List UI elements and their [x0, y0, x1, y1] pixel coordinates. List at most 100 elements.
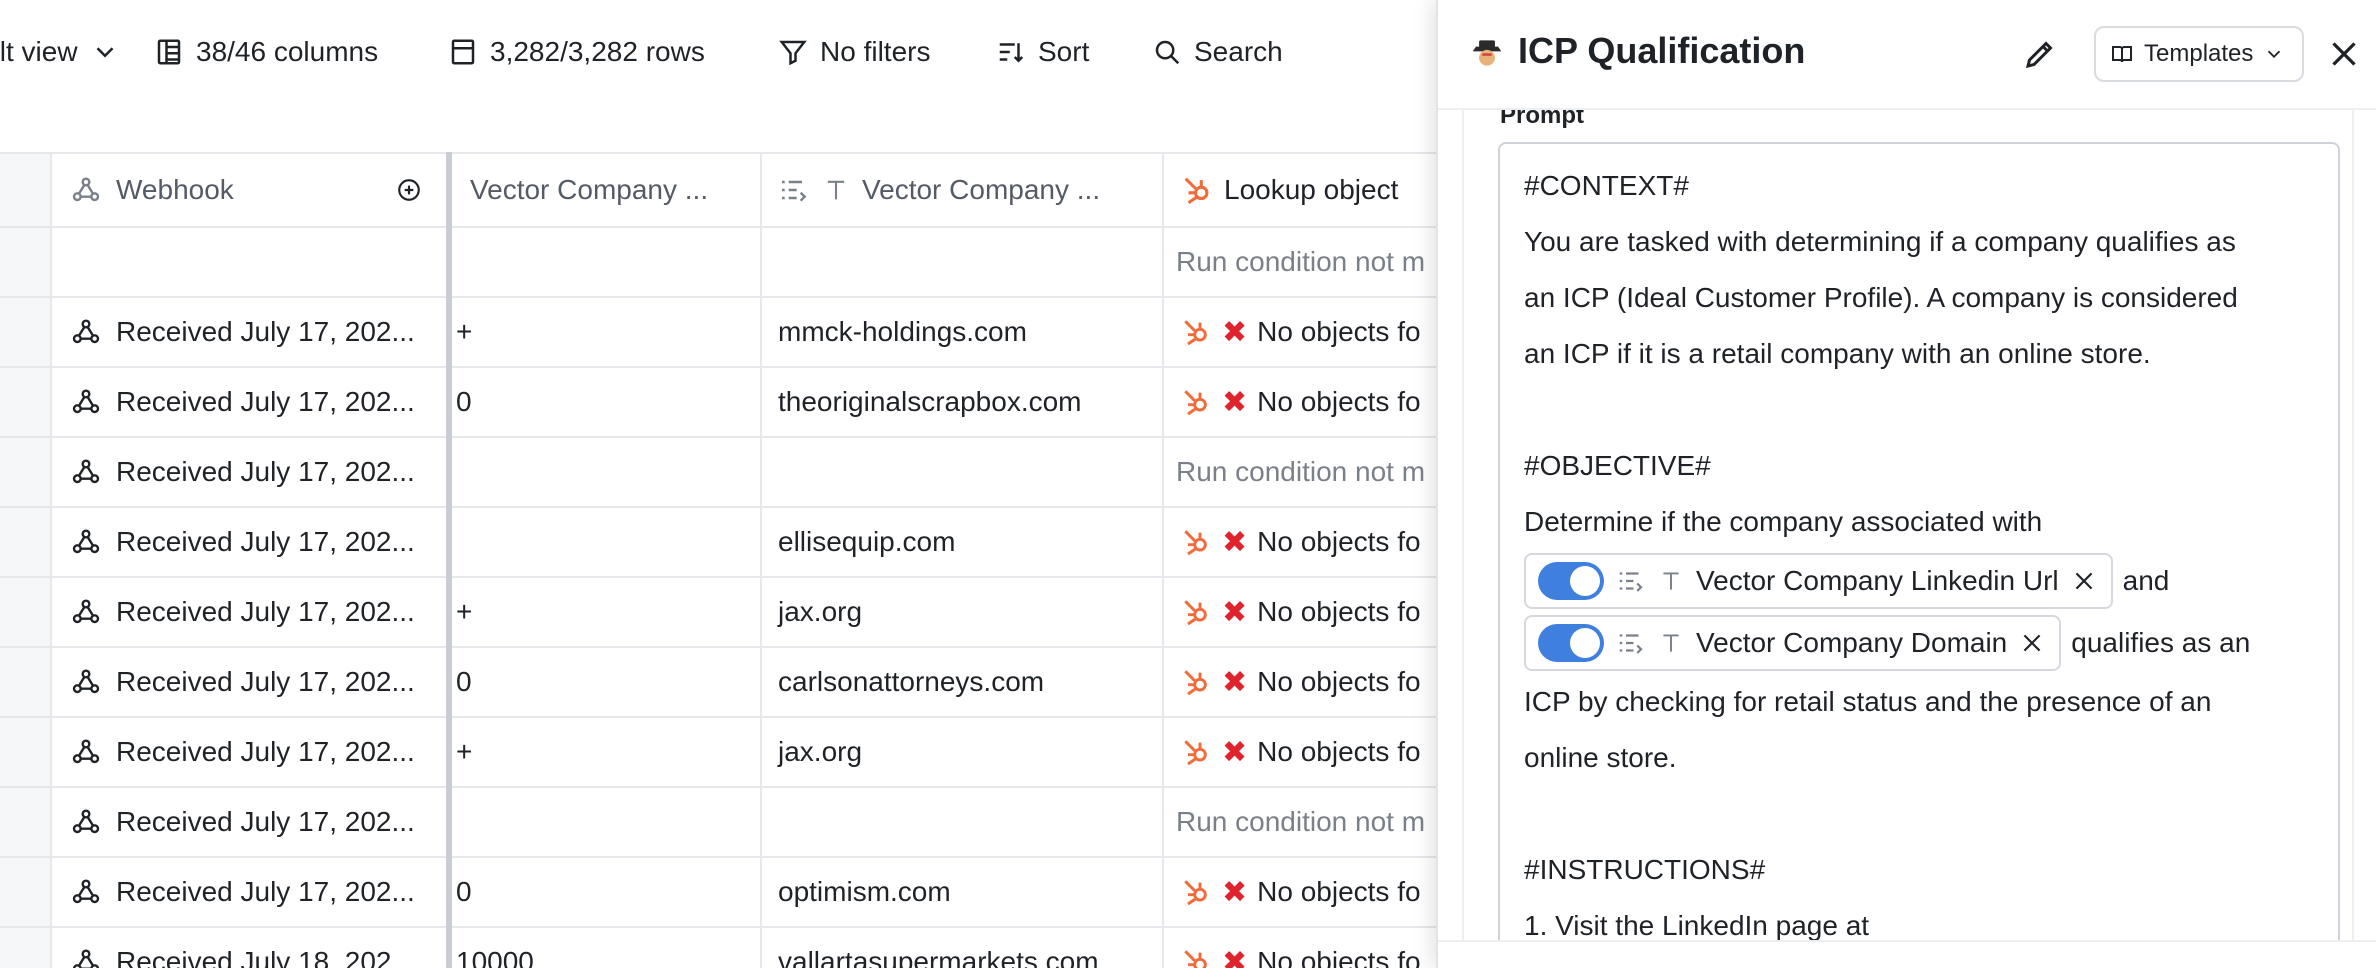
- close-icon[interactable]: [2326, 36, 2362, 72]
- webhook-cell[interactable]: [52, 228, 446, 296]
- chip-toggle[interactable]: [1538, 562, 1604, 600]
- templates-button[interactable]: Templates: [2094, 26, 2304, 82]
- table-row[interactable]: Received July 17, 202... + mmck-holdings.c…: [0, 298, 1440, 368]
- lookup-object-cell[interactable]: ✖ No objects fo: [1164, 928, 1454, 968]
- view-selector[interactable]: ılt view: [0, 30, 120, 74]
- vector-company-1-cell[interactable]: [450, 508, 762, 576]
- row-number-cell[interactable]: [0, 648, 52, 716]
- table-row[interactable]: Received July 17, 202... + jax.org ✖ No obje…: [0, 718, 1440, 788]
- row-number-cell[interactable]: [0, 718, 52, 786]
- vector-company-2-cell[interactable]: optimism.com: [762, 858, 1164, 926]
- vector-company-1-cell[interactable]: 10000: [450, 928, 762, 968]
- column-header-lookup-object[interactable]: Lookup object: [1164, 154, 1454, 226]
- rows-button[interactable]: 3,282/3,282 rows: [448, 30, 705, 74]
- row-number-cell[interactable]: [0, 368, 52, 436]
- frozen-column-divider[interactable]: [446, 152, 452, 968]
- variable-chip-domain[interactable]: Vector Company Domain: [1524, 615, 2062, 671]
- remove-chip-icon[interactable]: [2071, 568, 2097, 594]
- pencil-icon[interactable]: [2022, 36, 2058, 72]
- webhook-cell[interactable]: Received July 17, 202...: [52, 298, 446, 366]
- lookup-object-cell[interactable]: ✖ No objects fo: [1164, 718, 1454, 786]
- webhook-cell[interactable]: Received July 17, 202...: [52, 578, 446, 646]
- row-number-cell[interactable]: [0, 228, 52, 296]
- search-button[interactable]: Search: [1152, 30, 1283, 74]
- prompt-editor[interactable]: #CONTEXT# You are tasked with determinin…: [1498, 142, 2340, 940]
- vector-company-2-cell[interactable]: vallartasupermarkets.com: [762, 928, 1164, 968]
- add-circle-icon[interactable]: [396, 177, 422, 203]
- webhook-cell[interactable]: Received July 18, 202...: [52, 928, 446, 968]
- webhook-cell[interactable]: Received July 17, 202...: [52, 648, 446, 716]
- webhook-cell[interactable]: Received July 17, 202...: [52, 788, 446, 856]
- table-row[interactable]: Received July 18, 202... 10000 vallartasup…: [0, 928, 1440, 968]
- sort-button[interactable]: Sort: [996, 30, 1089, 74]
- vector-company-1-cell[interactable]: 0: [450, 368, 762, 436]
- row-number-cell[interactable]: [0, 858, 52, 926]
- lookup-object-cell[interactable]: ✖ No objects fo: [1164, 368, 1454, 436]
- lookup-object-cell[interactable]: ✖ No objects fo: [1164, 298, 1454, 366]
- table-row[interactable]: Received July 17, 202... ellisequip.com ✖ N…: [0, 508, 1440, 578]
- table-row[interactable]: Received July 17, 202... Run condition no…: [0, 788, 1440, 858]
- vector-company-1-cell[interactable]: +: [450, 298, 762, 366]
- vector-company-2-cell[interactable]: jax.org: [762, 718, 1164, 786]
- row-number-cell[interactable]: [0, 298, 52, 366]
- prompt-text-line: 1. Visit the LinkedIn page at: [1524, 910, 1870, 940]
- vector-company-2-cell[interactable]: jax.org: [762, 578, 1164, 646]
- filters-button[interactable]: No filters: [778, 30, 930, 74]
- table-row[interactable]: Received July 17, 202... 0 carlsonattorney…: [0, 648, 1440, 718]
- webhook-cell[interactable]: Received July 17, 202...: [52, 858, 446, 926]
- row-number-cell[interactable]: [0, 788, 52, 856]
- row-number-cell[interactable]: [0, 928, 52, 968]
- vector-company-1-cell[interactable]: 0: [450, 858, 762, 926]
- vector-company-2-cell[interactable]: mmck-holdings.com: [762, 298, 1164, 366]
- vector-company-1-cell[interactable]: +: [450, 718, 762, 786]
- lookup-object-cell[interactable]: ✖ No objects fo: [1164, 578, 1454, 646]
- lookup-object-cell[interactable]: ✖ No objects fo: [1164, 858, 1454, 926]
- error-icon: ✖: [1222, 875, 1248, 909]
- hubspot-icon: [1180, 736, 1212, 768]
- prompt-heading: #CONTEXT#: [1524, 170, 1689, 201]
- row-number-cell[interactable]: [0, 578, 52, 646]
- vector-company-2-cell[interactable]: ellisequip.com: [762, 508, 1164, 576]
- templates-label: Templates: [2144, 40, 2254, 67]
- vector-company-2-cell[interactable]: [762, 788, 1164, 856]
- vector-company-2-cell[interactable]: [762, 228, 1164, 296]
- vector-company-2-cell[interactable]: carlsonattorneys.com: [762, 648, 1164, 716]
- variable-chip-linkedin-url[interactable]: Vector Company Linkedin Url: [1524, 553, 2113, 609]
- row-number-cell[interactable]: [0, 508, 52, 576]
- remove-chip-icon[interactable]: [2019, 630, 2045, 656]
- chip-toggle[interactable]: [1538, 624, 1604, 662]
- table-row[interactable]: Received July 17, 202... 0 theoriginalscra…: [0, 368, 1440, 438]
- row-number-cell[interactable]: [0, 438, 52, 506]
- table-row[interactable]: Received July 17, 202... + jax.org ✖ No obje…: [0, 578, 1440, 648]
- lookup-object-cell[interactable]: Run condition not m: [1164, 788, 1454, 856]
- prompt-text-line: ICP by checking for retail status and th…: [1524, 686, 2212, 717]
- columns-icon: [157, 39, 181, 65]
- cell-value: 10000: [456, 946, 534, 968]
- text-type-icon: [1663, 572, 1679, 590]
- table-row[interactable]: Received July 17, 202... 0 optimism.com ✖ No…: [0, 858, 1440, 928]
- vector-company-1-cell[interactable]: [450, 228, 762, 296]
- webhook-cell[interactable]: Received July 17, 202...: [52, 368, 446, 436]
- run-condition-status: Run condition not m: [1176, 456, 1426, 487]
- vector-company-1-cell[interactable]: [450, 788, 762, 856]
- vector-company-1-cell[interactable]: 0: [450, 648, 762, 716]
- lookup-object-cell[interactable]: Run condition not m: [1164, 438, 1454, 506]
- lookup-object-cell[interactable]: ✖ No objects fo: [1164, 508, 1454, 576]
- vector-company-1-cell[interactable]: +: [450, 578, 762, 646]
- vector-company-1-cell[interactable]: [450, 438, 762, 506]
- webhook-icon: [70, 316, 102, 348]
- webhook-value: Received July 17, 202...: [116, 456, 415, 487]
- column-header-webhook[interactable]: Webhook: [52, 154, 446, 226]
- lookup-object-cell[interactable]: Run condition not m: [1164, 228, 1454, 296]
- column-header-vector-company-1[interactable]: Vector Company ...: [450, 154, 762, 226]
- vector-company-2-cell[interactable]: theoriginalscrapbox.com: [762, 368, 1164, 436]
- column-header-vector-company-2[interactable]: Vector Company ...: [762, 154, 1164, 226]
- lookup-object-cell[interactable]: ✖ No objects fo: [1164, 648, 1454, 716]
- webhook-cell[interactable]: Received July 17, 202...: [52, 438, 446, 506]
- columns-button[interactable]: 38/46 columns: [154, 30, 378, 74]
- vector-company-2-cell[interactable]: [762, 438, 1164, 506]
- webhook-cell[interactable]: Received July 17, 202...: [52, 508, 446, 576]
- table-row[interactable]: Run condition not m: [0, 228, 1440, 298]
- table-row[interactable]: Received July 17, 202... Run condition no…: [0, 438, 1440, 508]
- webhook-cell[interactable]: Received July 17, 202...: [52, 718, 446, 786]
